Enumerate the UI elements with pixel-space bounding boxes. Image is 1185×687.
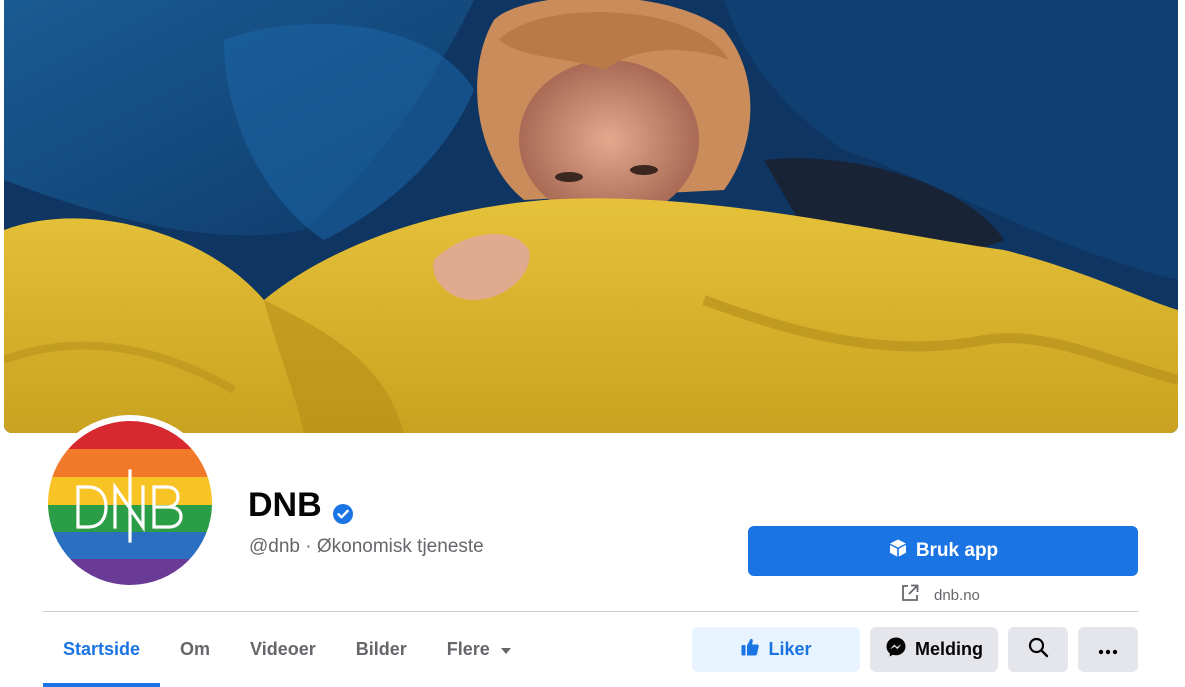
external-link-icon <box>900 583 920 607</box>
tab-videoer[interactable]: Videoer <box>230 612 336 687</box>
tab-label: Om <box>180 639 211 659</box>
page-handle-category: @dnb · Økonomisk tjeneste <box>249 536 484 557</box>
search-button[interactable] <box>1008 627 1068 672</box>
dnb-logo <box>48 421 212 585</box>
website-link[interactable]: dnb.no <box>900 583 980 607</box>
page-tabs: Startside Om Videoer Bilder Flere <box>43 612 532 687</box>
more-options-button[interactable] <box>1078 627 1138 672</box>
like-label: Liker <box>768 639 812 659</box>
tab-label: Flere <box>446 639 490 659</box>
tab-om[interactable]: Om <box>160 612 230 687</box>
tab-flere[interactable]: Flere <box>427 612 532 687</box>
caret-down-icon <box>500 639 512 660</box>
tab-label: Startside <box>63 639 141 659</box>
verified-badge-icon <box>332 495 354 524</box>
like-button[interactable]: Liker <box>692 627 860 672</box>
cube-icon <box>888 538 908 564</box>
message-label: Melding <box>915 639 983 659</box>
cover-photo[interactable] <box>4 0 1178 433</box>
website-url: dnb.no <box>934 586 980 604</box>
profile-picture[interactable] <box>42 415 218 591</box>
tab-startside[interactable]: Startside <box>43 612 161 687</box>
page-title: DNB <box>248 486 322 524</box>
messenger-icon <box>885 636 907 663</box>
tab-bilder[interactable]: Bilder <box>336 612 427 687</box>
message-button[interactable]: Melding <box>870 627 998 672</box>
use-app-label: Bruk app <box>915 540 999 561</box>
tab-label: Bilder <box>355 639 407 659</box>
tab-label: Videoer <box>250 639 316 659</box>
more-horizontal-icon <box>1098 639 1118 660</box>
use-app-button[interactable]: Bruk app <box>748 526 1138 576</box>
thumbs-up-icon <box>740 637 760 662</box>
page-title-row: DNB <box>248 486 354 525</box>
search-icon <box>1027 636 1049 663</box>
